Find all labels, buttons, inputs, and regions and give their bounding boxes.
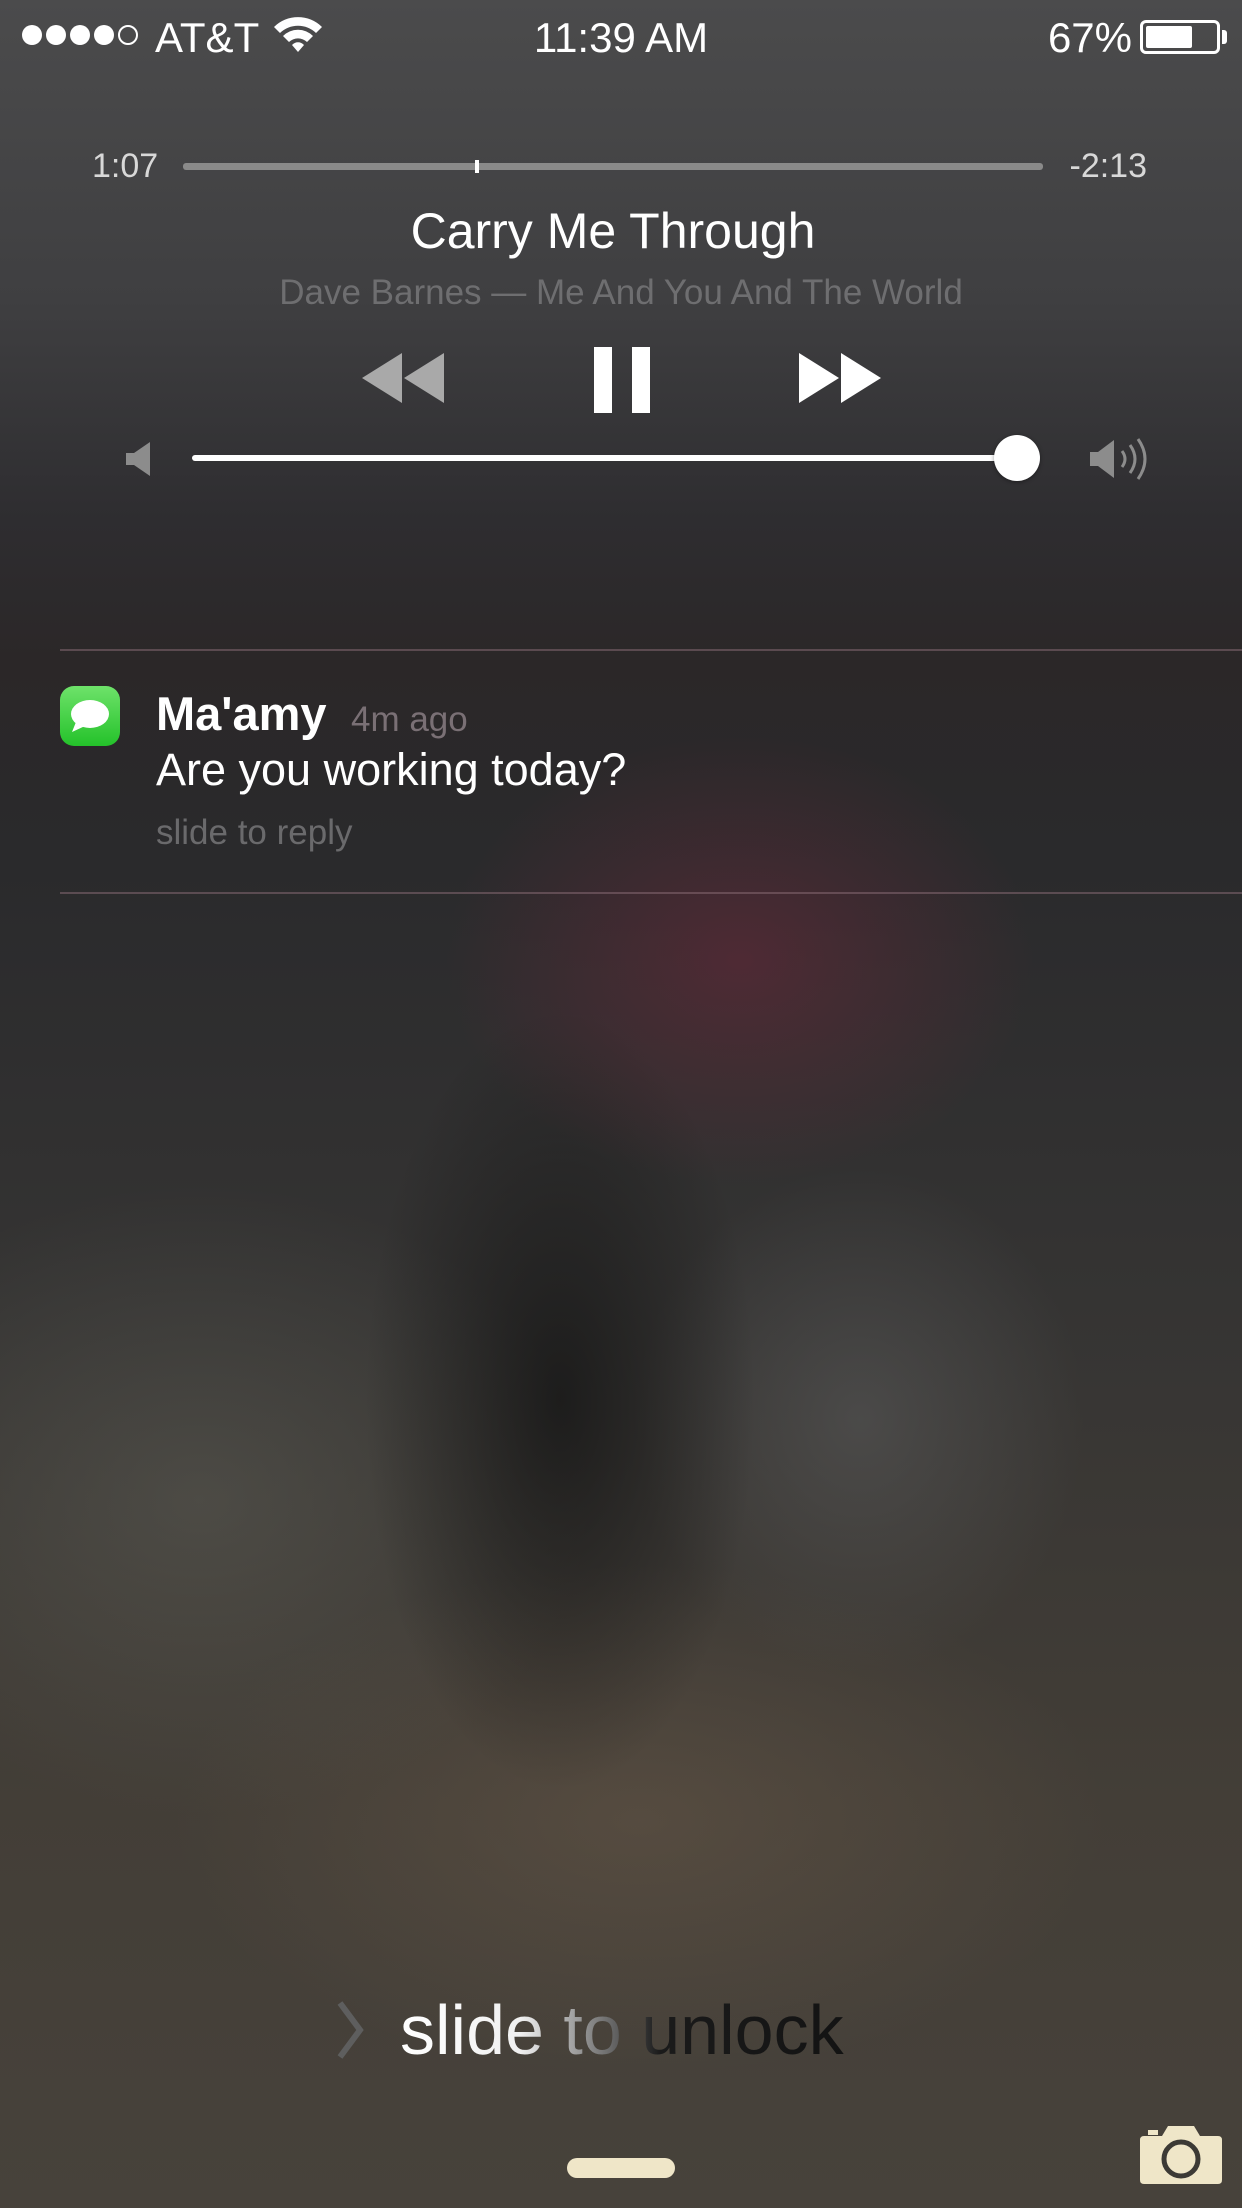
song-title: Carry Me Through bbox=[410, 203, 816, 259]
pause-button[interactable] bbox=[590, 345, 654, 422]
rewind-button[interactable] bbox=[358, 345, 446, 416]
control-center-grabber[interactable] bbox=[567, 2158, 675, 2178]
notification-timestamp: 4m ago bbox=[351, 700, 468, 739]
battery-percentage: 67% bbox=[1047, 14, 1132, 61]
battery-nub bbox=[1222, 30, 1227, 44]
artist-album: Dave Barnes — Me And You And The World bbox=[279, 273, 963, 312]
fast-forward-icon bbox=[799, 353, 881, 403]
playback-scrubber[interactable] bbox=[183, 163, 1043, 170]
volume-slider[interactable] bbox=[192, 455, 1034, 461]
camera-icon[interactable] bbox=[1138, 2120, 1224, 2191]
battery-icon bbox=[1140, 20, 1220, 54]
rewind-icon bbox=[362, 353, 444, 403]
elapsed-time: 1:07 bbox=[92, 147, 159, 185]
notification-divider-bottom bbox=[60, 892, 1242, 894]
speaker-high-icon bbox=[1088, 436, 1154, 487]
slide-to-unlock[interactable]: slide to unlock bbox=[400, 1990, 844, 2070]
speaker-low-icon bbox=[124, 440, 156, 483]
messages-icon bbox=[60, 686, 120, 746]
volume-slider-thumb[interactable] bbox=[994, 435, 1041, 481]
playback-position-marker[interactable] bbox=[475, 160, 480, 173]
status-bar: AT&T 11:39 AM 67% bbox=[0, 0, 1242, 70]
remaining-time: -2:13 bbox=[1069, 147, 1148, 185]
notification-sender: Ma'amy bbox=[156, 687, 327, 740]
fast-forward-button[interactable] bbox=[797, 345, 885, 416]
chevron-right-icon bbox=[330, 1995, 370, 2070]
pause-icon bbox=[594, 347, 650, 413]
slide-to-reply-hint[interactable]: slide to reply bbox=[156, 813, 352, 853]
notification-message[interactable]: Are you working today? bbox=[156, 744, 626, 796]
notification-divider-top bbox=[60, 649, 1242, 651]
